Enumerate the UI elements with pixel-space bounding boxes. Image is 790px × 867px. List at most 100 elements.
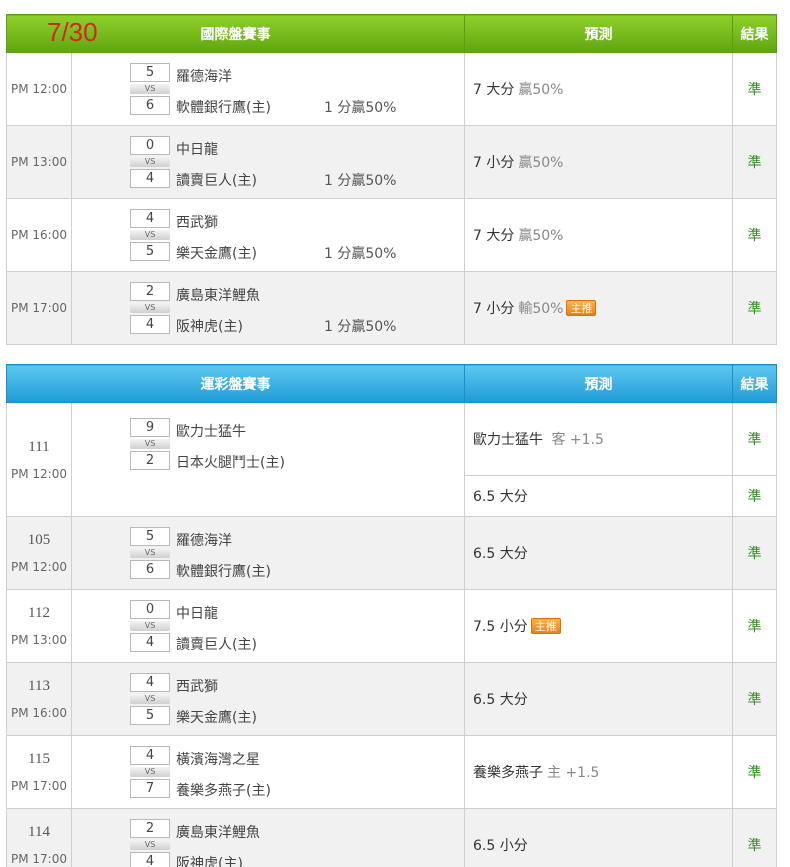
away-score: 2 (130, 282, 170, 301)
vs-badge: VS (130, 230, 170, 240)
home-team: 養樂多燕子(主) (176, 783, 271, 799)
home-team: 讀賣巨人(主) (176, 637, 257, 653)
home-team: 軟體銀行鷹(主) (176, 100, 271, 116)
vs-badge: VS (130, 303, 170, 313)
prediction-text: 7 小分 (473, 155, 515, 171)
result-cell: 準 (732, 52, 777, 126)
game-time-cell: 105 PM 12:00 (6, 516, 72, 590)
match-cell: 0 VS 4 中日龍讀賣巨人(主) (71, 589, 465, 663)
score-box: 4 VS 5 (130, 673, 170, 725)
away-team: 羅德海洋 (176, 533, 232, 549)
match-cell: 0 VS 4 中日龍 讀賣巨人(主) 1 分贏50% (71, 125, 465, 199)
game-time: PM 12:00 (11, 82, 67, 96)
prediction-cell: 7 小分 輸50% 主推 (464, 271, 733, 345)
prediction-cell: 6.5 大分 (464, 662, 733, 736)
vs-badge: VS (130, 621, 170, 631)
game-time-cell: PM 12:00 (6, 52, 72, 126)
match-cell: 4 VS 5 西武獅 樂天金鷹(主) (71, 662, 465, 736)
score-box: 5 VS 6 (130, 527, 170, 579)
international-header: 7/30 國際盤賽事 (6, 14, 465, 53)
prediction-text: 養樂多燕子 (473, 765, 543, 781)
away-team: 西武獅 (176, 679, 218, 695)
game-time-cell: 113 PM 16:00 (6, 662, 72, 736)
result-cell: 準 (732, 125, 777, 199)
recommend-badge: 主推 (530, 618, 561, 634)
away-score: 4 (130, 673, 170, 692)
result-cell: 準 (732, 475, 777, 517)
match-cell: 4 VS 5 西武獅樂天金鷹(主) 1 分贏50% (71, 198, 465, 272)
table-row: 113 PM 16:00 4 VS 5 西武獅 樂天金鷹(主) 6.5 大分 準 (6, 662, 777, 736)
home-team: 樂天金鷹(主) (176, 246, 257, 262)
home-team: 軟體銀行鷹(主) (176, 564, 271, 580)
vs-badge: VS (130, 694, 170, 704)
prediction-text: 7 大分 (473, 228, 515, 244)
away-team: 西武獅 (176, 215, 218, 231)
away-team: 中日龍 (176, 606, 218, 622)
away-score: 5 (130, 527, 170, 546)
away-team: 歐力士猛牛 (176, 424, 246, 440)
home-score: 6 (130, 560, 170, 579)
lottery-games-table: 運彩盤賽事 預測 結果 111 PM 12:00 9 VS 2 歐力士猛牛 日本… (6, 364, 777, 867)
game-number: 105 (27, 532, 51, 548)
game-time: PM 17:00 (11, 301, 67, 315)
match-cell: 5 VS 6 羅德海洋軟體銀行鷹(主) 1 分贏50% (71, 52, 465, 126)
prediction-cell: 養樂多燕子主 +1.5 (464, 735, 733, 809)
score-box: 0 VS 4 (130, 600, 170, 652)
away-score: 4 (130, 746, 170, 765)
handicap-line: 1 分贏50% (324, 246, 397, 262)
home-team: 日本火腿鬥士(主) (176, 455, 285, 471)
game-time-cell: PM 16:00 (6, 198, 72, 272)
away-score: 5 (130, 63, 170, 82)
vs-badge: VS (130, 548, 170, 558)
prediction-text: 歐力士猛牛 (473, 432, 543, 448)
table-row: PM 16:00 4 VS 5 西武獅 樂天金鷹(主) 1 分贏50% 7 大分 贏50% 準 (6, 198, 777, 272)
international-games-table: 7/30 國際盤賽事 預測 結果 PM 12:00 5 VS 6 羅德海洋 軟體銀行鷹(主… (6, 14, 777, 345)
prediction-rate: 贏50% (518, 155, 564, 171)
table-row: PM 13:00 0 VS 4 中日龍 讀賣巨人(主) 1 分贏50% 7 小分 贏50% 準 (6, 125, 777, 199)
home-team: 阪神虎(主) (176, 856, 243, 867)
vs-badge: VS (130, 767, 170, 777)
prediction-cell: 7.5 小分 主推 (464, 589, 733, 663)
prediction-text: 7 大分 (473, 82, 515, 98)
prediction-text: 7 小分 (473, 301, 515, 317)
game-time: PM 12:00 (11, 466, 67, 481)
result-header: 結果 (732, 364, 777, 403)
prediction-text: 6.5 大分 (473, 546, 528, 562)
game-time: PM 16:00 (11, 706, 67, 720)
score-box: 2 VS 4 (130, 282, 170, 334)
away-team: 廣島東洋鯉魚 (176, 288, 260, 304)
international-title: 國際盤賽事 (200, 26, 271, 43)
match-cell: 2 VS 4 廣島東洋鯉魚 阪神虎(主) (71, 808, 465, 867)
home-score: 6 (130, 96, 170, 115)
home-team: 樂天金鷹(主) (176, 710, 257, 726)
handicap-line: 1 分贏50% (324, 173, 397, 189)
prediction-cell: 歐力士猛牛 客 +1.5 (464, 402, 733, 476)
prediction-rate: 主 +1.5 (547, 765, 600, 781)
table-row: 114 PM 17:00 2 VS 4 廣島東洋鯉魚 阪神虎(主) 6.5 小分 準 (6, 808, 777, 867)
game-time-cell: 114 PM 17:00 (6, 808, 72, 867)
prediction-header: 預測 (464, 14, 733, 53)
vs-badge: VS (130, 840, 170, 850)
result-cell: 準 (732, 516, 777, 590)
away-team: 羅德海洋 (176, 69, 232, 85)
game-time: PM 13:00 (11, 633, 67, 647)
home-score: 2 (130, 451, 170, 470)
score-box: 5 VS 6 (130, 63, 170, 115)
prediction-cell: 6.5 大分 (464, 475, 733, 517)
home-team: 讀賣巨人(主) (176, 173, 257, 189)
prediction-text: 6.5 大分 (473, 692, 528, 708)
table-row: PM 12:00 5 VS 6 羅德海洋軟體銀行鷹(主) 1 分贏50% 7 大分 贏50% 準 (6, 52, 777, 126)
table-row: 112 PM 13:00 0 VS 4 中日龍 讀賣巨人(主) 7.5 小分 主推準 (6, 589, 777, 663)
score-box: 9 VS 2 (130, 418, 170, 470)
lottery-header: 運彩盤賽事 (6, 364, 465, 403)
score-box: 4 VS 5 (130, 209, 170, 261)
prediction-cell: 7 大分 贏50% (464, 52, 733, 126)
home-score: 4 (130, 315, 170, 334)
handicap-line: 1 分贏50% (324, 100, 397, 116)
away-score: 9 (130, 418, 170, 437)
game-number: 112 (28, 605, 50, 621)
away-team: 廣島東洋鯉魚 (176, 825, 260, 841)
away-team: 中日龍 (176, 142, 218, 158)
home-score: 4 (130, 169, 170, 188)
game-time-cell: 112 PM 13:00 (6, 589, 72, 663)
